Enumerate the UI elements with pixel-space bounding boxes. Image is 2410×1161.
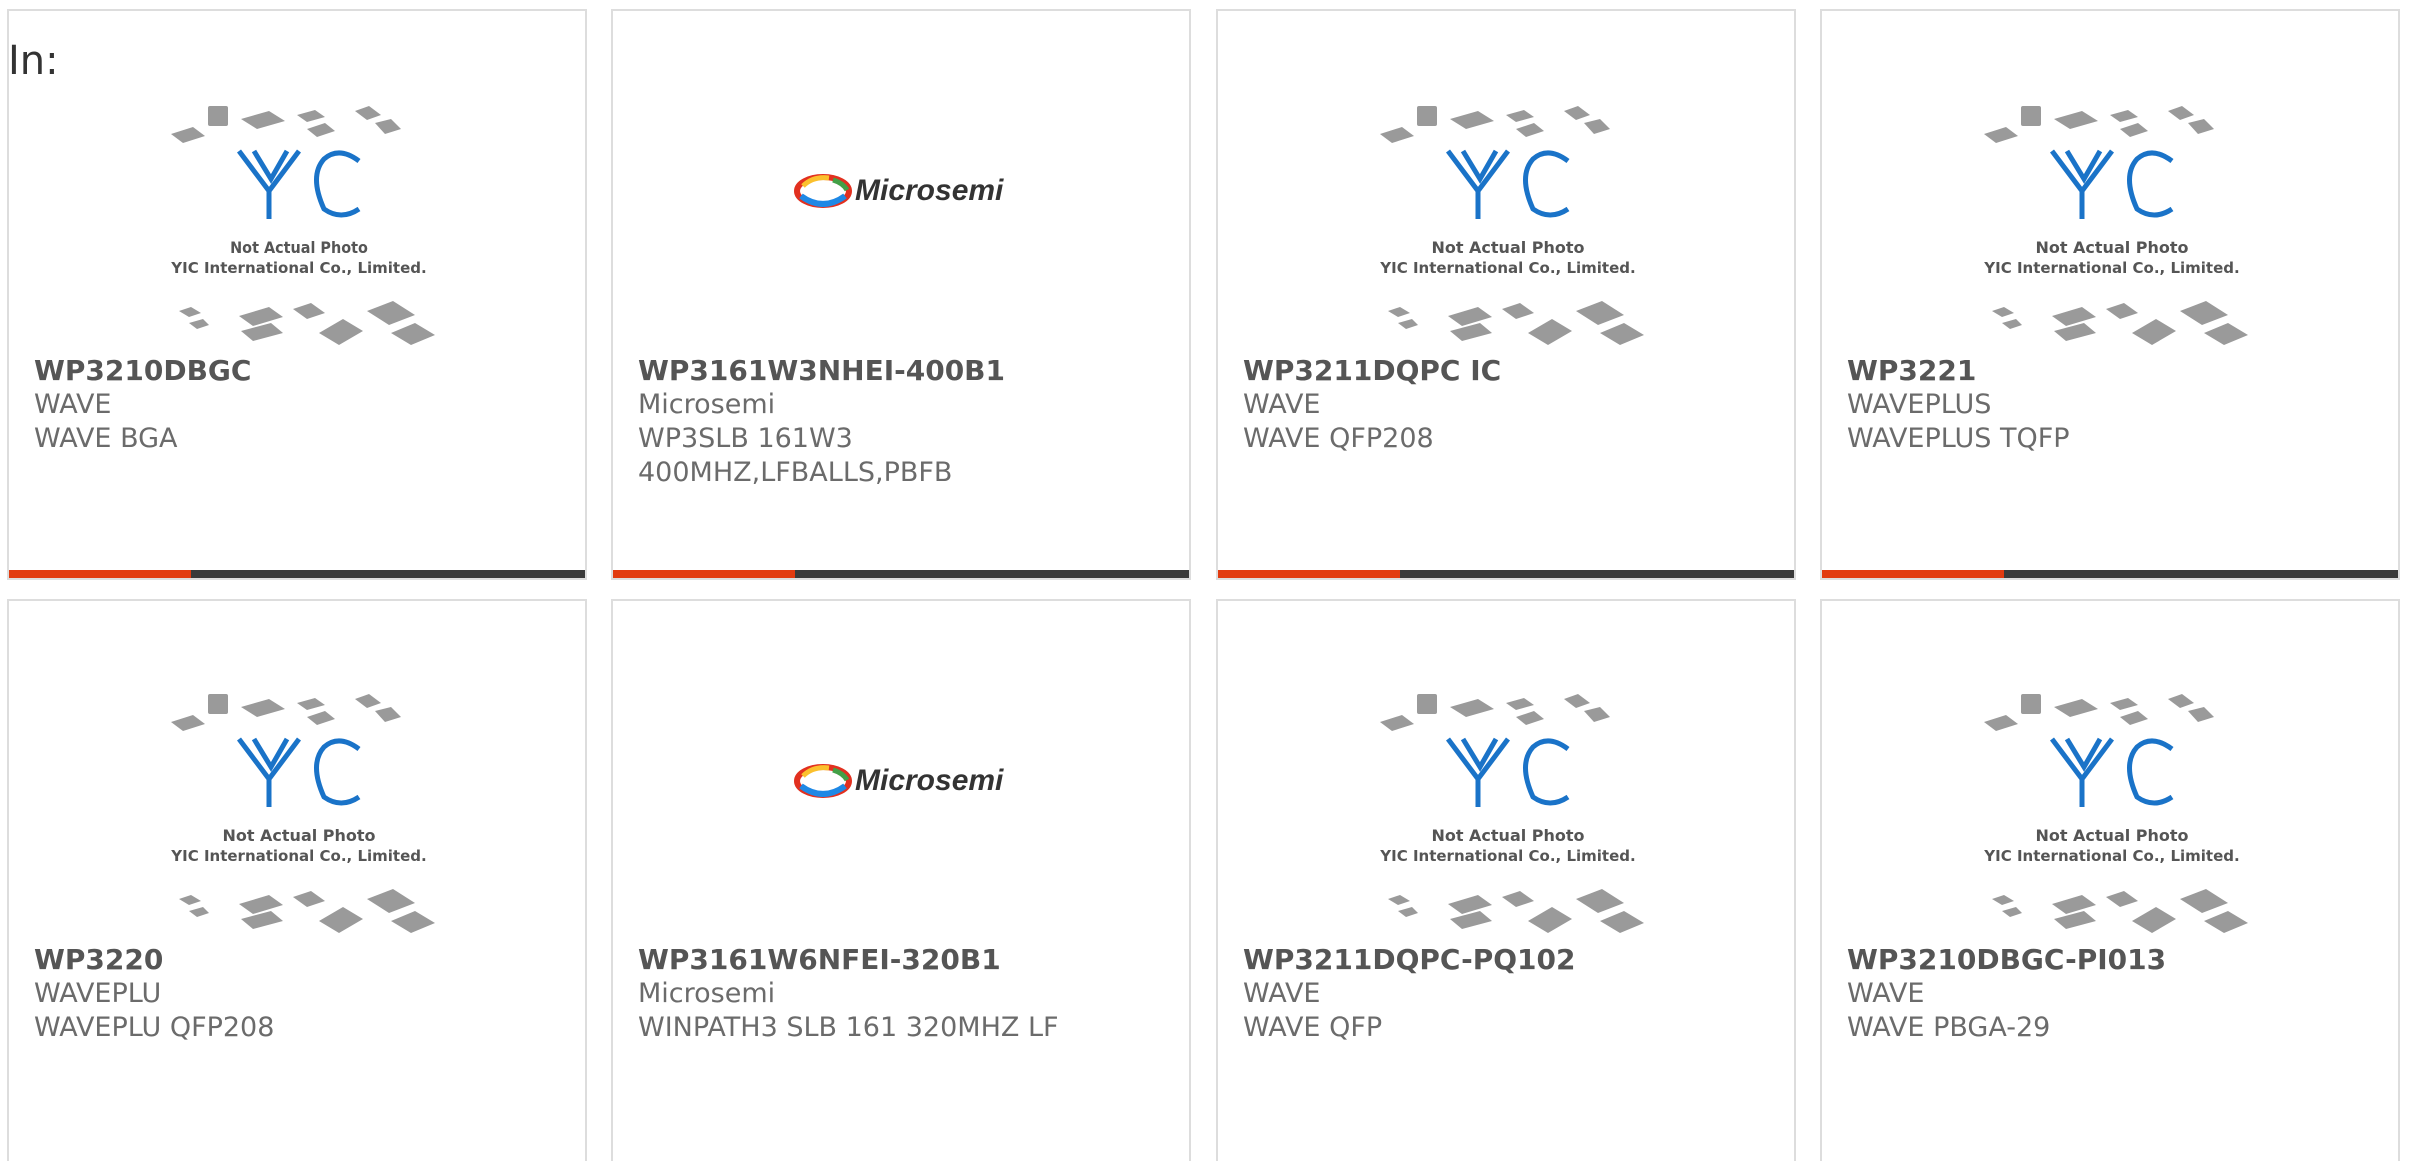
product-card[interactable]: Not Actual Photo YIC International Co., …: [1216, 599, 1796, 1161]
brand: WAVE: [1243, 389, 1321, 420]
part-number[interactable]: WP3211DQPC-PQ102: [1243, 943, 1783, 977]
card-footer-bar: [9, 570, 585, 578]
brand: WAVE: [34, 389, 112, 420]
product-info: WP3220 WAVEPLU WAVEPLU QFP208: [34, 943, 574, 1045]
not-actual-photo-image: Not Actual Photo YIC International Co., …: [170, 106, 435, 345]
description-line2: 400MHZ,LFBALLS,PBFB: [638, 457, 953, 488]
brand: WAVEPLU: [34, 978, 162, 1009]
product-info: WP3210DBGC WAVE WAVE BGA: [34, 354, 574, 456]
product-card[interactable]: Not Actual Photo YIC International Co., …: [1216, 9, 1796, 580]
product-card[interactable]: Not Actual Photo YIC International Co., …: [1820, 9, 2400, 580]
part-number[interactable]: WP3161W3NHEI-400B1: [638, 354, 1178, 388]
description: WAVE PBGA-29: [1847, 1012, 2051, 1043]
in-label: In:: [8, 38, 59, 84]
part-number[interactable]: WP3221: [1847, 354, 2387, 388]
product-info: WP3211DQPC IC WAVE WAVE QFP208: [1243, 354, 1783, 456]
description: WAVE BGA: [34, 423, 178, 454]
product-card[interactable]: Not Actual Photo YIC International Co., …: [1820, 599, 2400, 1161]
card-footer-accent: [1822, 570, 2004, 578]
brand: Microsemi: [638, 389, 776, 420]
description: WAVEPLUS TQFP: [1847, 423, 2070, 454]
placeholder-line2: YIC International Co., Limited.: [170, 847, 426, 865]
part-number[interactable]: WP3210DBGC: [34, 354, 574, 388]
placeholder-line1: Not Actual Photo: [2035, 826, 2188, 845]
card-footer-bar: [1218, 570, 1794, 578]
description: WP3SLB 161W3: [638, 423, 853, 454]
brand: Microsemi: [638, 978, 776, 1009]
not-actual-photo-image: Not Actual Photo YIC International Co., …: [170, 694, 435, 933]
brand: WAVEPLUS: [1847, 389, 1992, 420]
placeholder-line2: YIC International Co., Limited.: [1379, 847, 1635, 865]
placeholder-line1: Not Actual Photo: [2035, 238, 2188, 257]
placeholder-line1: Not Actual Photo: [1431, 826, 1584, 845]
microsemi-logo-text: Microsemi: [855, 764, 1004, 797]
placeholder-line2: YIC International Co., Limited.: [1379, 259, 1635, 277]
card-footer-accent: [613, 570, 795, 578]
card-footer-accent: [1218, 570, 1400, 578]
microsemi-logo: Microsemi: [794, 764, 1004, 798]
card-footer-accent: [9, 570, 191, 578]
product-card[interactable]: Microsemi WP3161W6NFEI-320B1 Microsemi W…: [611, 599, 1191, 1161]
product-info: WP3210DBGC-PI013 WAVE WAVE PBGA-29: [1847, 943, 2387, 1045]
part-number[interactable]: WP3211DQPC IC: [1243, 354, 1783, 388]
placeholder-line1: Not Actual Photo: [230, 238, 368, 257]
product-card[interactable]: Microsemi WP3161W3NHEI-400B1 Microsemi W…: [611, 9, 1191, 580]
product-info: WP3161W3NHEI-400B1 Microsemi WP3SLB 161W…: [638, 354, 1178, 490]
description: WINPATH3 SLB 161 320MHZ LF: [638, 1012, 1059, 1043]
brand: WAVE: [1847, 978, 1925, 1009]
product-grid: Not Actual Photo YIC International Co., …: [0, 0, 2410, 1161]
product-card[interactable]: Not Actual Photo YIC International Co., …: [7, 9, 587, 580]
card-footer-bar: [1822, 570, 2398, 578]
part-number[interactable]: WP3220: [34, 943, 574, 977]
placeholder-line1: Not Actual Photo: [222, 826, 375, 845]
placeholder-line2: YIC International Co., Limited.: [1983, 259, 2239, 277]
not-actual-photo-image: Not Actual Photo YIC International Co., …: [1379, 694, 1644, 933]
part-number[interactable]: WP3161W6NFEI-320B1: [638, 943, 1178, 977]
brand: WAVE: [1243, 978, 1321, 1009]
not-actual-photo-image: Not Actual Photo YIC International Co., …: [1379, 106, 1644, 345]
description: WAVEPLU QFP208: [34, 1012, 275, 1043]
part-number[interactable]: WP3210DBGC-PI013: [1847, 943, 2387, 977]
description: WAVE QFP: [1243, 1012, 1383, 1043]
microsemi-logo: Microsemi: [794, 174, 1004, 208]
placeholder-line1: Not Actual Photo: [1431, 238, 1584, 257]
not-actual-photo-image: Not Actual Photo YIC International Co., …: [1983, 694, 2248, 933]
microsemi-logo-text: Microsemi: [855, 174, 1004, 207]
product-info: WP3221 WAVEPLUS WAVEPLUS TQFP: [1847, 354, 2387, 456]
product-info: WP3211DQPC-PQ102 WAVE WAVE QFP: [1243, 943, 1783, 1045]
placeholder-line2: YIC International Co., Limited.: [1983, 847, 2239, 865]
description: WAVE QFP208: [1243, 423, 1434, 454]
product-card[interactable]: Not Actual Photo YIC International Co., …: [7, 599, 587, 1161]
product-info: WP3161W6NFEI-320B1 Microsemi WINPATH3 SL…: [638, 943, 1178, 1045]
placeholder-line2: YIC International Co., Limited.: [170, 259, 426, 277]
not-actual-photo-image: Not Actual Photo YIC International Co., …: [1983, 106, 2248, 345]
card-footer-bar: [613, 570, 1189, 578]
